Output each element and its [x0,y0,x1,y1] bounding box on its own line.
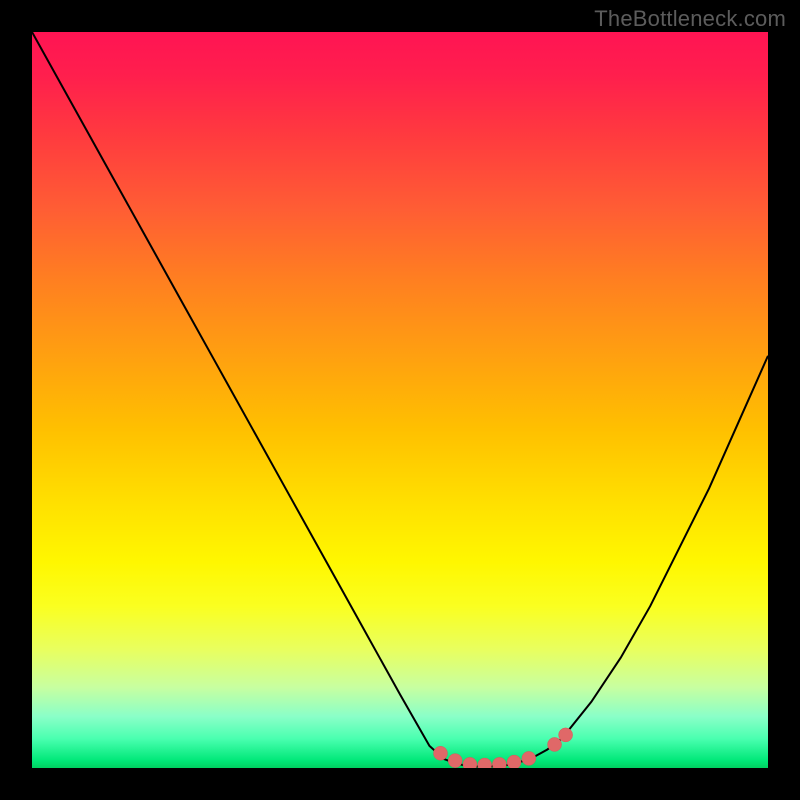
data-marker [492,757,506,768]
data-marker [478,758,492,768]
curve-group [32,32,768,767]
watermark-text: TheBottleneck.com [594,6,786,32]
data-marker [448,754,462,768]
chart-svg [32,32,768,768]
data-marker [522,751,536,765]
marker-group [433,728,572,768]
data-marker [559,728,573,742]
data-marker [548,737,562,751]
data-marker [507,755,521,768]
bottleneck-curve [32,32,768,767]
data-marker [433,746,447,760]
plot-area [32,32,768,768]
data-marker [463,757,477,768]
